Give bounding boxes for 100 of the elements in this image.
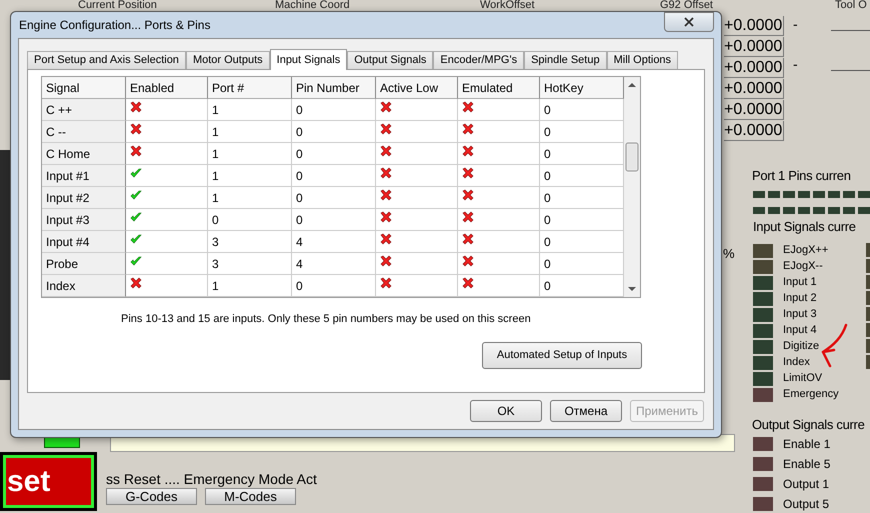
- dro-value: +0.0000: [724, 121, 784, 141]
- signal-label: Input 3: [783, 308, 817, 321]
- dash: -: [793, 15, 798, 34]
- column-header: WorkOffset: [480, 0, 535, 11]
- cross-icon[interactable]: [130, 145, 142, 157]
- column-header: Current Position: [78, 0, 157, 11]
- signal-cell: C Home: [42, 143, 126, 165]
- column-header: Signal: [42, 77, 126, 99]
- signal-led: [866, 339, 870, 353]
- signal-label: EJogX++: [783, 244, 828, 257]
- window-title: Engine Configuration... Ports & Pins: [18, 17, 210, 34]
- cross-icon[interactable]: [462, 233, 474, 245]
- dro-value: +0.0000: [724, 37, 784, 57]
- signal-led: [866, 323, 870, 337]
- check-icon[interactable]: [130, 211, 142, 223]
- tab[interactable]: Spindle Setup: [524, 51, 607, 69]
- signal-cell: Index: [42, 275, 126, 297]
- tab[interactable]: Mill Options: [606, 51, 678, 69]
- column-header: Port #: [208, 77, 292, 99]
- scrollbar[interactable]: [624, 77, 640, 297]
- check-icon[interactable]: [130, 167, 142, 179]
- close-icon: [684, 17, 694, 27]
- column-header: Machine Coord: [275, 0, 350, 11]
- signal-cell: Input #4: [42, 231, 126, 253]
- signal-cell: Input #3: [42, 209, 126, 231]
- check-icon[interactable]: [130, 233, 142, 245]
- signal-led: [866, 355, 870, 369]
- table-cell: 0: [292, 187, 376, 209]
- signal-label: Digitize: [783, 340, 820, 353]
- column-header: Enabled: [126, 77, 208, 99]
- tab[interactable]: Encoder/MPG's: [433, 51, 524, 69]
- cross-icon[interactable]: [380, 145, 392, 157]
- cross-icon[interactable]: [462, 145, 474, 157]
- check-icon[interactable]: [130, 255, 142, 267]
- annotation-arrow: [820, 323, 850, 369]
- signal-label: Enable 5: [783, 458, 830, 470]
- cross-icon[interactable]: [380, 233, 392, 245]
- table-cell: 0: [292, 121, 376, 143]
- cross-icon[interactable]: [380, 167, 392, 179]
- dro-value: +0.0000: [724, 100, 784, 120]
- table-cell: 1: [208, 143, 292, 165]
- cross-icon[interactable]: [462, 101, 474, 113]
- signal-led: [866, 275, 870, 289]
- table-cell: 4: [292, 231, 376, 253]
- cross-icon[interactable]: [380, 211, 392, 223]
- tab[interactable]: Output Signals: [347, 51, 434, 69]
- table-cell: 4: [292, 253, 376, 275]
- column-header: Active Low: [376, 77, 458, 99]
- signal-cell: Probe: [42, 253, 126, 275]
- signal-cell: Input #1: [42, 165, 126, 187]
- signal-led: [866, 243, 870, 257]
- code-button[interactable]: M-Codes: [205, 488, 296, 505]
- signal-label: Index: [783, 356, 810, 369]
- cross-icon[interactable]: [130, 123, 142, 135]
- cross-icon[interactable]: [462, 211, 474, 223]
- cross-icon[interactable]: [380, 123, 392, 135]
- cross-icon[interactable]: [462, 167, 474, 179]
- close-button[interactable]: [664, 12, 714, 32]
- signal-label: Input 2: [783, 292, 817, 305]
- cross-icon[interactable]: [130, 277, 142, 289]
- dialog-button[interactable]: OK: [470, 400, 542, 422]
- table-cell: 1: [208, 187, 292, 209]
- cross-icon[interactable]: [462, 255, 474, 267]
- tab[interactable]: Port Setup and Axis Selection: [27, 51, 186, 69]
- signal-label: LimitOV: [783, 372, 822, 385]
- signal-label: Emergency: [783, 388, 839, 401]
- signal-cell: C ++: [42, 99, 126, 121]
- code-button[interactable]: G-Codes: [106, 488, 197, 505]
- signal-label: Enable 1: [783, 438, 830, 450]
- signal-label: Input 4: [783, 324, 817, 337]
- cross-icon[interactable]: [380, 255, 392, 267]
- signal-led: [866, 259, 870, 273]
- dro-value: +0.0000: [724, 58, 784, 78]
- column-header: G92 Offset: [660, 0, 713, 11]
- note-text: Pins 10-13 and 15 are inputs. Only these 5 pin numbers may be used on this screen: [121, 312, 532, 327]
- section-label: Output Signals curre: [752, 416, 865, 434]
- table-cell: 1: [208, 99, 292, 121]
- tab[interactable]: Motor Outputs: [186, 51, 270, 69]
- cross-icon[interactable]: [462, 123, 474, 135]
- table-cell: 0: [292, 209, 376, 231]
- cross-icon[interactable]: [380, 101, 392, 113]
- cross-icon[interactable]: [462, 277, 474, 289]
- cross-icon[interactable]: [380, 277, 392, 289]
- cross-icon[interactable]: [380, 189, 392, 201]
- dro-value: +0.0000: [724, 16, 784, 36]
- cross-icon[interactable]: [462, 189, 474, 201]
- dro-value: +0.0000: [724, 79, 784, 99]
- table-cell: 3: [208, 253, 292, 275]
- table-cell: 0: [292, 275, 376, 297]
- check-icon[interactable]: [130, 189, 142, 201]
- section-label: Input Signals curre: [753, 218, 856, 236]
- signal-led: [866, 291, 870, 305]
- reset-button[interactable]: set: [3, 455, 94, 508]
- automated-setup-button[interactable]: Automated Setup of Inputs: [482, 342, 642, 368]
- column-header: Pin Number: [292, 77, 376, 99]
- table-cell: 0: [208, 209, 292, 231]
- column-header: Emulated: [458, 77, 540, 99]
- dialog-button[interactable]: Отмена: [550, 400, 622, 422]
- tab[interactable]: Input Signals: [270, 49, 348, 70]
- cross-icon[interactable]: [130, 101, 142, 113]
